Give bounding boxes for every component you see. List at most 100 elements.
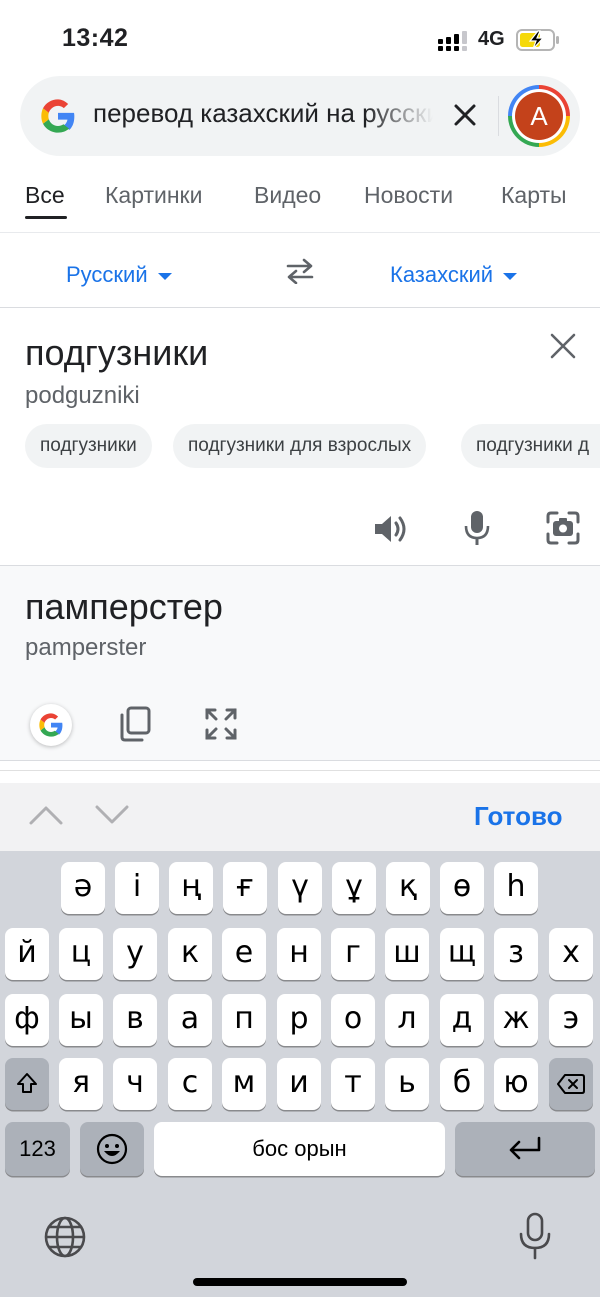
return-key[interactable] (455, 1122, 595, 1176)
divider (0, 232, 600, 233)
key[interactable]: э (549, 994, 593, 1046)
key[interactable]: ж (494, 994, 538, 1046)
key[interactable]: р (277, 994, 321, 1046)
avatar-letter: A (515, 92, 563, 140)
key[interactable]: ц (59, 928, 103, 980)
key[interactable]: у (113, 928, 157, 980)
active-tab-indicator (25, 216, 67, 219)
dictation-mic-icon[interactable] (518, 1212, 552, 1260)
caret-down-icon (157, 272, 172, 280)
numbers-key[interactable]: 123 (5, 1122, 70, 1176)
key[interactable]: ө (440, 862, 484, 914)
suggestion-chip[interactable]: подгузники (25, 424, 152, 468)
key[interactable]: ь (385, 1058, 429, 1110)
tab-news[interactable]: Новости (364, 182, 453, 209)
key[interactable]: с (168, 1058, 212, 1110)
backspace-icon (557, 1074, 585, 1094)
tab-images[interactable]: Картинки (105, 182, 202, 209)
speaker-icon[interactable] (372, 510, 410, 548)
key[interactable]: ү (278, 862, 322, 914)
key[interactable]: т (331, 1058, 375, 1110)
key[interactable]: о (331, 994, 375, 1046)
key[interactable]: ч (113, 1058, 157, 1110)
shift-key[interactable] (5, 1058, 49, 1110)
target-language-select[interactable]: Казахский (390, 262, 518, 288)
home-indicator (193, 1278, 407, 1286)
key[interactable]: ю (494, 1058, 538, 1110)
close-icon[interactable] (450, 100, 480, 130)
key[interactable]: ә (61, 862, 105, 914)
key[interactable]: я (59, 1058, 103, 1110)
key[interactable]: г (331, 928, 375, 980)
microphone-icon[interactable] (463, 509, 491, 547)
status-time: 13:42 (62, 24, 129, 52)
divider (0, 770, 600, 771)
copy-icon[interactable] (118, 706, 152, 742)
key[interactable]: е (222, 928, 266, 980)
key[interactable]: һ (494, 862, 538, 914)
google-logo-icon (39, 713, 63, 737)
status-bar: 13:42 4G (0, 0, 600, 70)
return-icon (509, 1136, 541, 1160)
camera-icon[interactable] (545, 510, 581, 546)
globe-icon[interactable] (43, 1215, 87, 1259)
key[interactable]: ғ (223, 862, 267, 914)
source-language-select[interactable]: Русский (66, 262, 172, 288)
key[interactable]: а (168, 994, 212, 1046)
key[interactable]: й (5, 928, 49, 980)
chevron-down-icon[interactable] (94, 803, 130, 827)
fullscreen-icon[interactable] (204, 707, 238, 741)
chevron-up-icon[interactable] (28, 803, 64, 827)
source-transliteration: podguzniki (25, 382, 140, 409)
emoji-icon (96, 1133, 128, 1165)
battery-charging-icon (516, 29, 559, 51)
search-tabs: Все Картинки Видео Новости Карты (0, 170, 600, 230)
key[interactable]: в (113, 994, 157, 1046)
keyboard: ә і ң ғ ү ұ қ ө һ й ц у к е н г ш щ з х … (0, 851, 600, 1297)
source-language-label: Русский (66, 262, 148, 287)
swap-languages-icon[interactable] (284, 258, 316, 284)
source-text-input[interactable]: подгузники (25, 332, 208, 374)
key[interactable]: к (168, 928, 212, 980)
result-transliteration: pamperster (25, 634, 147, 661)
suggestion-chip[interactable]: подгузники для взрослых (173, 424, 427, 468)
key[interactable]: х (549, 928, 593, 980)
clear-source-icon[interactable] (549, 332, 577, 360)
key[interactable]: щ (440, 928, 484, 980)
tab-video[interactable]: Видео (254, 182, 321, 209)
key[interactable]: и (277, 1058, 321, 1110)
key[interactable]: ы (59, 994, 103, 1046)
emoji-key[interactable] (80, 1122, 144, 1176)
key[interactable]: н (277, 928, 321, 980)
key[interactable]: ф (5, 994, 49, 1046)
signal-icon (438, 31, 467, 51)
key[interactable]: з (494, 928, 538, 980)
key[interactable]: д (440, 994, 484, 1046)
translation-result: памперстер (25, 586, 223, 627)
avatar[interactable]: A (508, 85, 570, 147)
tab-maps[interactable]: Карты (501, 182, 567, 209)
key[interactable]: ң (169, 862, 213, 914)
key[interactable]: б (440, 1058, 484, 1110)
divider (0, 307, 600, 308)
suggestion-chip[interactable]: подгузники д (461, 424, 600, 468)
caret-down-icon (503, 272, 518, 280)
done-button[interactable]: Готово (474, 801, 562, 832)
network-label: 4G (478, 28, 505, 50)
key[interactable]: қ (386, 862, 430, 914)
google-search-button[interactable] (30, 704, 72, 746)
google-logo-icon (41, 99, 75, 133)
tab-all[interactable]: Все (25, 182, 65, 209)
shift-icon (17, 1073, 37, 1093)
search-input[interactable]: перевод казахский на русский (93, 98, 433, 134)
target-language-label: Казахский (390, 262, 494, 287)
key[interactable]: і (115, 862, 159, 914)
key[interactable]: ш (385, 928, 429, 980)
key[interactable]: ұ (332, 862, 376, 914)
key[interactable]: п (222, 994, 266, 1046)
divider (498, 96, 499, 136)
backspace-key[interactable] (549, 1058, 593, 1110)
space-key[interactable]: бос орын (154, 1122, 445, 1176)
key[interactable]: м (222, 1058, 266, 1110)
key[interactable]: л (385, 994, 429, 1046)
